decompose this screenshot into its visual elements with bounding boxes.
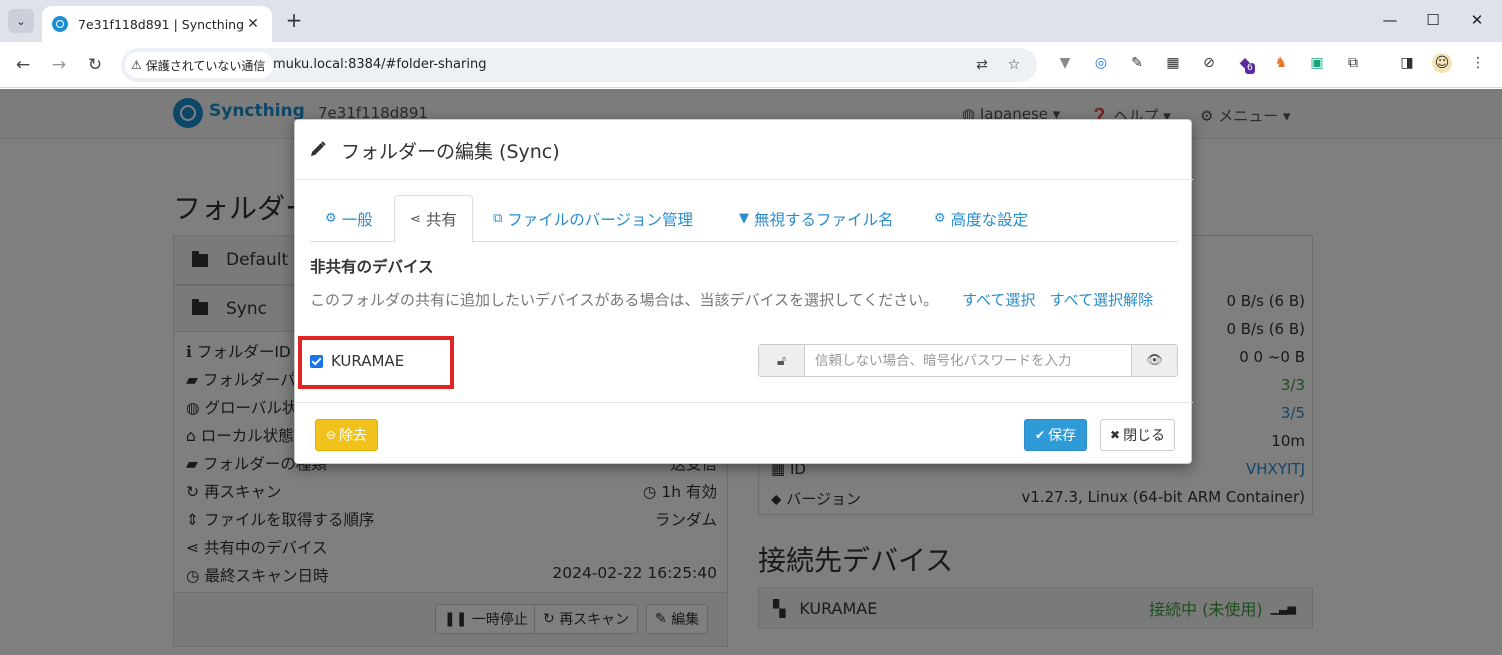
tab-ignore-patterns[interactable]: ▼ 無視するファイル名 (724, 195, 909, 242)
browser-tab[interactable]: 7e31f118d891 | Syncthing ✕ (42, 6, 272, 42)
tab-search-button[interactable]: ⌄ (8, 9, 34, 33)
tab-general[interactable]: ⚙ 一般 (310, 195, 388, 242)
chess-icon[interactable]: ♞ (1271, 53, 1291, 73)
modal-title: フォルダーの編集 (Sync) (341, 141, 560, 163)
close-icon: ✖ (1110, 428, 1121, 442)
save-button[interactable]: ✔ 保存 (1024, 419, 1088, 451)
gear-icon: ⚙ (325, 211, 337, 226)
bookmark-star-icon[interactable]: ☆ (1005, 56, 1023, 74)
encryption-password-input[interactable] (805, 345, 1131, 376)
modal-header: フォルダーの編集 (Sync) (295, 120, 1193, 180)
filter-icon: ▼ (739, 211, 749, 226)
url-text[interactable]: muku.local:8384/#folder-sharing (273, 48, 486, 82)
forward-arrow-icon[interactable]: → (47, 53, 71, 77)
syncthing-favicon-icon (52, 16, 68, 32)
security-label: 保護されていない通信 (145, 58, 266, 73)
eye-icon[interactable]: 👁︎ (1131, 345, 1177, 376)
profile-avatar[interactable]: ☺ (1432, 53, 1452, 73)
browser-toolbar: ← → ↻ ⚠ 保護されていない通信 muku.local:8384/#fold… (0, 42, 1502, 88)
extension-badge-icon[interactable]: ◆6 (1235, 53, 1255, 74)
tab-advanced[interactable]: ⚙ 高度な設定 (919, 195, 1043, 242)
side-panel-icon[interactable]: ◨ (1397, 53, 1417, 73)
translate-icon[interactable]: ⇄ (973, 56, 991, 74)
pencil-icon (311, 141, 326, 156)
sharing-help-text: このフォルダの共有に追加したいデバイスがある場合は、当該デバイスを選択してくださ… (310, 291, 1154, 309)
device-checkbox-label: KURAMAE (331, 352, 405, 370)
close-button[interactable]: ✖ 閉じる (1100, 419, 1176, 451)
qr-code-icon[interactable]: ▦ (1163, 53, 1183, 73)
checkbox-checked[interactable] (310, 354, 323, 368)
unshared-devices-title: 非共有のデバイス (310, 258, 434, 276)
encryption-password-group: 🔓︎ 👁︎ (758, 344, 1178, 377)
device-checkbox-kuramae[interactable]: KURAMAE (310, 352, 404, 370)
back-arrow-icon[interactable]: ← (11, 53, 35, 77)
check-icon: ✔ (1035, 428, 1046, 442)
cogs-icon: ⚙ (934, 211, 946, 226)
modal-footer: ⊖ 除去 ✔ 保存 ✖ 閉じる (295, 402, 1193, 465)
tab-close-icon[interactable]: ✕ (244, 16, 262, 32)
more-vertical-icon[interactable]: ⋮ (1468, 53, 1488, 73)
copy-icon: ⧉ (493, 211, 503, 226)
tab-sharing[interactable]: ⋖ 共有 (394, 195, 473, 243)
window-close-icon[interactable]: ✕ (1462, 10, 1492, 30)
extension-badge-count: 6 (1245, 63, 1255, 74)
chevron-down-icon: ⌄ (16, 14, 26, 28)
maximize-icon[interactable]: ☐ (1418, 10, 1448, 30)
address-bar[interactable]: ⚠ 保護されていない通信 muku.local:8384/#folder-sha… (121, 48, 1037, 82)
deselect-all-link[interactable]: すべて選択解除 (1050, 291, 1153, 309)
block-icon[interactable]: ⊘ (1199, 53, 1219, 73)
modal-tabs: ⚙ 一般 ⋖ 共有 ⧉ ファイルのバージョン管理 ▼ 無視するファイル名 ⚙ 高度な設定 (310, 195, 1178, 243)
select-all-link[interactable]: すべて選択 (962, 291, 1035, 309)
share-icon: ⋖ (410, 211, 421, 227)
security-indicator[interactable]: ⚠ 保護されていない通信 (125, 52, 274, 78)
tab-title: 7e31f118d891 | Syncthing (78, 16, 244, 32)
minus-circle-icon: ⊖ (326, 428, 337, 442)
remove-button[interactable]: ⊖ 除去 (315, 419, 379, 451)
extension-square-icon[interactable]: ▣ (1307, 53, 1327, 73)
extension-v-icon[interactable]: ▼ (1055, 53, 1075, 73)
puzzle-icon[interactable]: ⧉ (1343, 53, 1363, 73)
new-tab-icon[interactable]: + (283, 9, 305, 31)
browser-tab-bar: ⌄ 7e31f118d891 | Syncthing ✕ + — ☐ ✕ (0, 0, 1502, 42)
eyedropper-icon[interactable]: ✎ (1127, 53, 1147, 73)
minimize-icon[interactable]: — (1375, 10, 1405, 30)
reload-icon[interactable]: ↻ (83, 53, 107, 77)
tab-versioning[interactable]: ⧉ ファイルのバージョン管理 (478, 195, 708, 242)
unlock-icon: 🔓︎ (759, 345, 805, 376)
warning-triangle-icon: ⚠ (131, 58, 142, 72)
extension-ring-icon[interactable]: ◎ (1091, 53, 1111, 73)
edit-folder-modal: フォルダーの編集 (Sync) ⚙ 一般 ⋖ 共有 ⧉ ファイルのバージョン管理 ▼ 無… (294, 119, 1193, 465)
